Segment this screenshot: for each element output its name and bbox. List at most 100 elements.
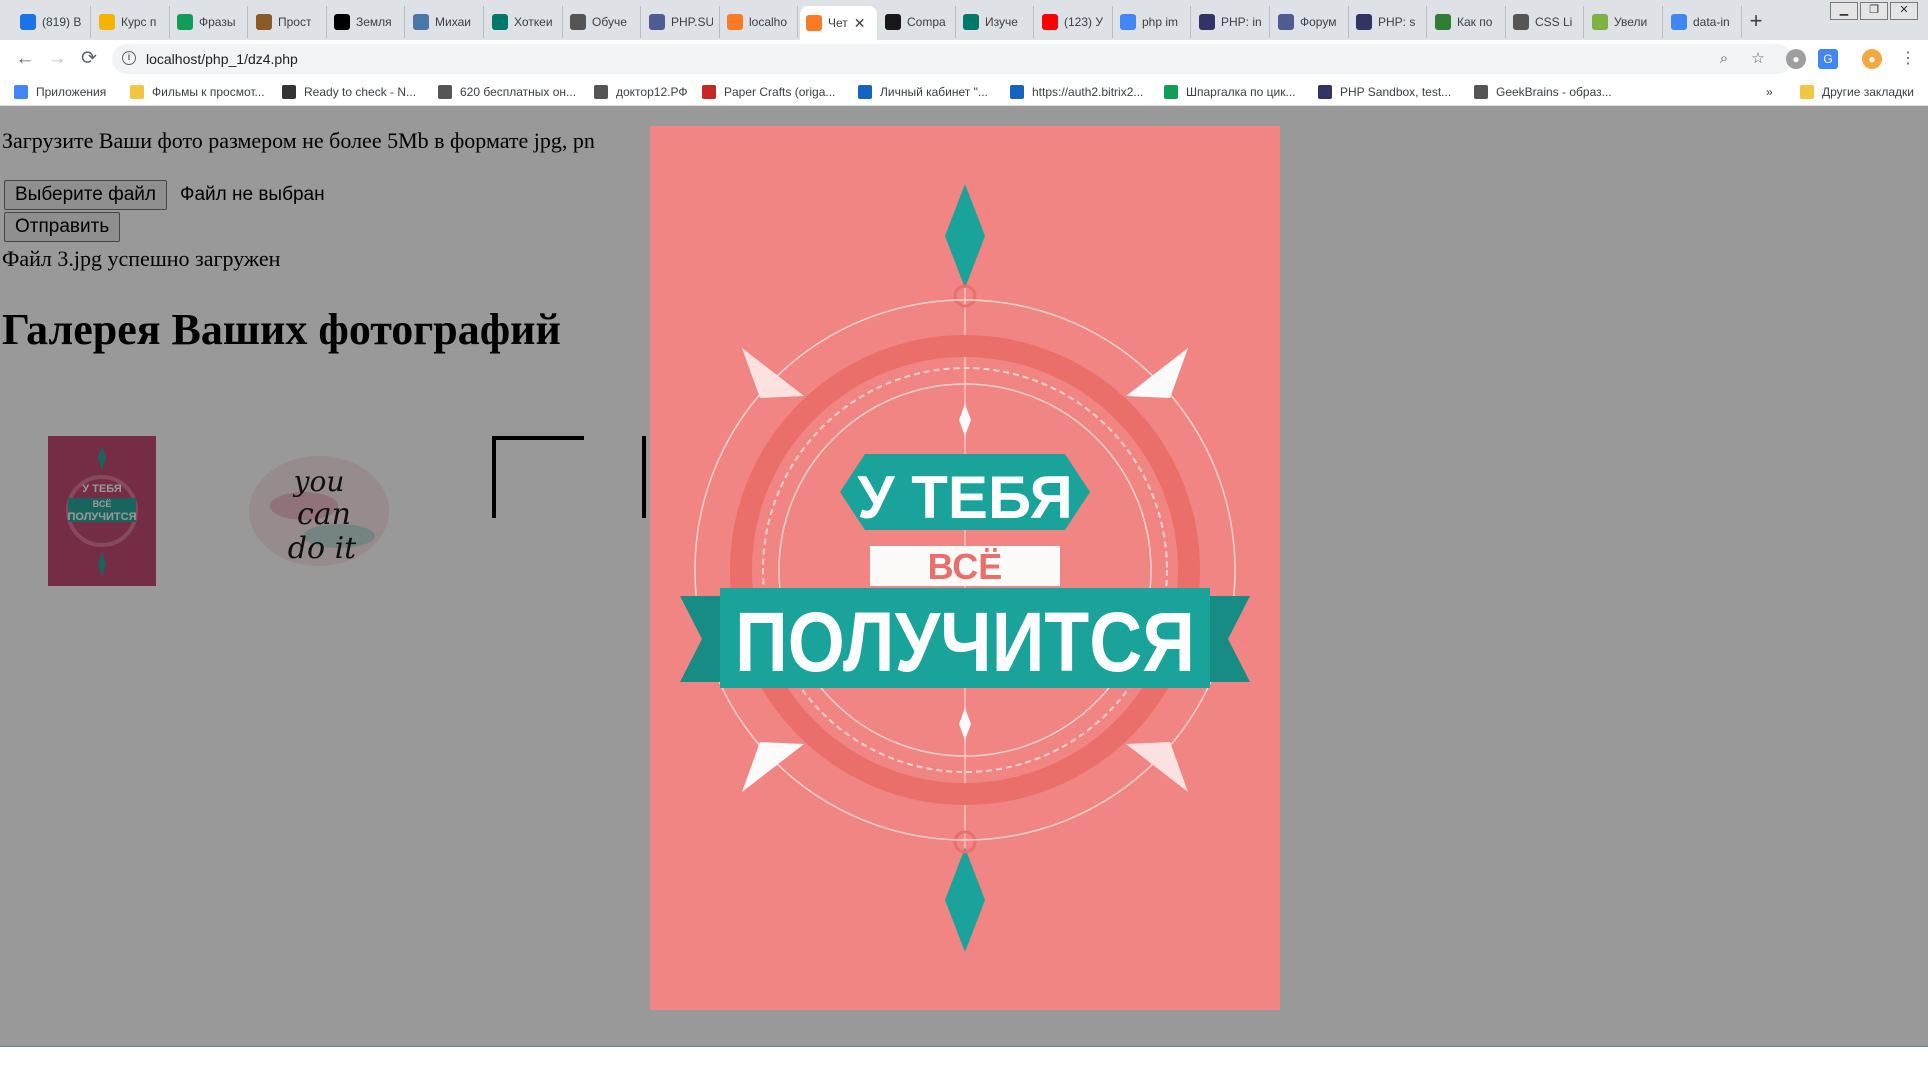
other-bookmarks[interactable]: Другие закладки [1800, 84, 1914, 100]
tab-title: Чет [828, 16, 848, 30]
minimize-button[interactable]: ▁ [1830, 2, 1858, 20]
bookmark-item[interactable]: Paper Crafts (origa... [702, 84, 835, 100]
bookmarks-overflow-button[interactable]: » [1766, 84, 1773, 100]
maximize-button[interactable]: ❐ [1860, 2, 1888, 20]
sandbox-icon [1318, 85, 1332, 99]
tab-title: Увели [1614, 15, 1648, 29]
gear-icon [570, 14, 586, 30]
browser-tab[interactable]: Чет ✕ [800, 6, 877, 40]
address-bar[interactable]: i localhost/php_1/dz4.php ⌕ ☆ [112, 44, 1792, 74]
globe-icon [438, 85, 452, 99]
bookmark-item[interactable]: Ready to check - N... [282, 84, 416, 100]
profile-avatar[interactable]: ● [1862, 49, 1882, 69]
browser-tab[interactable]: Фразы [171, 6, 248, 38]
reload-button[interactable]: ⟳ [76, 46, 102, 72]
browser-tab[interactable]: CSS Li [1507, 6, 1584, 38]
paper-icon [702, 85, 716, 99]
tab-title: PHP: s [1378, 15, 1416, 29]
tab-title: Михаи [435, 15, 471, 29]
address-url[interactable]: localhost/php_1/dz4.php [146, 51, 298, 67]
browser-tab[interactable]: Увели [1586, 6, 1663, 38]
gear-green-icon [1592, 14, 1608, 30]
bookmark-star-icon[interactable]: ☆ [1748, 49, 1768, 69]
browser-tab[interactable]: Compa [879, 6, 956, 38]
bookmark-label: Личный кабинет "... [880, 85, 988, 99]
browser-tab[interactable]: Михаи [407, 6, 484, 38]
poster-line2: ВСЁ [928, 546, 1003, 587]
bookmark-item[interactable]: доктор12.РФ [594, 84, 687, 100]
tab-title: CSS Li [1535, 15, 1573, 29]
tab-title: Курс п [121, 15, 157, 29]
zoom-icon[interactable]: ⌕ [1714, 49, 1734, 69]
tab-title: Как по [1457, 15, 1493, 29]
browser-tab[interactable]: localho [721, 6, 798, 38]
tab-title: (819) В [42, 15, 82, 29]
3g-icon [334, 14, 350, 30]
bookmark-label: Приложения [36, 85, 107, 99]
puzzle-icon [99, 14, 115, 30]
site-info-icon[interactable]: i [122, 51, 136, 65]
bookmark-item[interactable]: Шпаргалка по цик... [1164, 84, 1296, 100]
browser-tab[interactable]: Изуче [957, 6, 1034, 38]
browser-tab[interactable]: php im [1114, 6, 1191, 38]
bookmark-item[interactable]: PHP Sandbox, test... [1318, 84, 1451, 100]
browser-tab[interactable]: PHP: s [1350, 6, 1427, 38]
browser-tab[interactable]: (123) У [1036, 6, 1113, 38]
browser-tab[interactable]: Земля [328, 6, 405, 38]
tab-title: Фразы [199, 15, 236, 29]
window-bottom-strip [0, 1046, 1928, 1080]
new-tab-button[interactable]: + [1742, 8, 1770, 36]
browser-tab[interactable]: Курс п [93, 6, 170, 38]
back-button[interactable]: ← [12, 46, 38, 72]
browser-tab[interactable]: Прост [250, 6, 327, 38]
close-tab-icon[interactable]: ✕ [854, 15, 866, 32]
bookmark-item[interactable]: Приложения [14, 84, 106, 100]
bookmark-label: Шпаргалка по цик... [1186, 85, 1296, 99]
browser-toolbar: ← → ⟳ i localhost/php_1/dz4.php ⌕ ☆ ● G … [0, 40, 1928, 78]
bookmark-item[interactable]: Личный кабинет "... [858, 84, 988, 100]
tab-strip: (819) В Курс п Фразы Прост Земля Михаи Хоткеи О… [0, 0, 1928, 40]
bookmark-label: GeekBrains - образ... [1496, 85, 1612, 99]
browser-tab[interactable]: PHP.SU [643, 6, 720, 38]
bookmark-item[interactable]: https://auth2.bitrix2... [1010, 84, 1143, 100]
bookmark-label: Paper Crafts (origa... [724, 85, 836, 99]
tab-title: PHP: in [1221, 15, 1262, 29]
bookmarks-bar: GeekBrains - образ... PHP Sandbox, test..… [0, 78, 1928, 106]
extension-icon[interactable]: ● [1786, 49, 1806, 69]
youtube-icon [1042, 14, 1058, 30]
doc-icon [594, 85, 608, 99]
page-viewport: Загрузите Ваши фото размером не более 5M… [0, 106, 1928, 1046]
circle-icon [492, 14, 508, 30]
close-window-button[interactable]: ✕ [1890, 2, 1918, 20]
forward-button[interactable]: → [44, 46, 70, 72]
tab-title: Хоткеи [514, 15, 553, 29]
browser-tab[interactable]: PHP: in [1193, 6, 1270, 38]
bookmark-item[interactable]: 620 бесплатных он... [438, 84, 576, 100]
tab-title: data-in [1693, 15, 1730, 29]
php-doc-icon [1199, 14, 1215, 30]
apps-icon [14, 85, 28, 99]
browser-tab[interactable]: data-in [1665, 6, 1742, 38]
bookmark-label: доктор12.РФ [616, 85, 688, 99]
bookmark-item[interactable]: Фильмы к просмот... [130, 84, 265, 100]
bookmarks-overflow-label: » [1766, 85, 1773, 99]
lightbox-image[interactable]: У ТЕБЯ ВСЁ ПОЛУЧИТСЯ [650, 126, 1280, 1010]
gear-icon [1474, 85, 1488, 99]
s-icon [256, 14, 272, 30]
circle-icon [963, 14, 979, 30]
ed-icon [177, 14, 193, 30]
browser-tab[interactable]: Обуче [564, 6, 641, 38]
bookmark-item[interactable]: GeekBrains - образ... [1474, 84, 1612, 100]
browser-tab[interactable]: Форум [1272, 6, 1349, 38]
sheets-icon [1164, 85, 1178, 99]
translate-icon[interactable]: G [1818, 49, 1838, 69]
tab-title: Обуче [592, 15, 627, 29]
php-icon [1278, 14, 1294, 30]
browser-tab[interactable]: (819) В [14, 6, 91, 38]
browser-tab[interactable]: Как по [1429, 6, 1506, 38]
menu-icon[interactable]: ⋮ [1895, 46, 1921, 72]
google-icon [1120, 14, 1136, 30]
globe-icon [1513, 14, 1529, 30]
browser-tab[interactable]: Хоткеи [486, 6, 563, 38]
folder-icon [130, 85, 144, 99]
